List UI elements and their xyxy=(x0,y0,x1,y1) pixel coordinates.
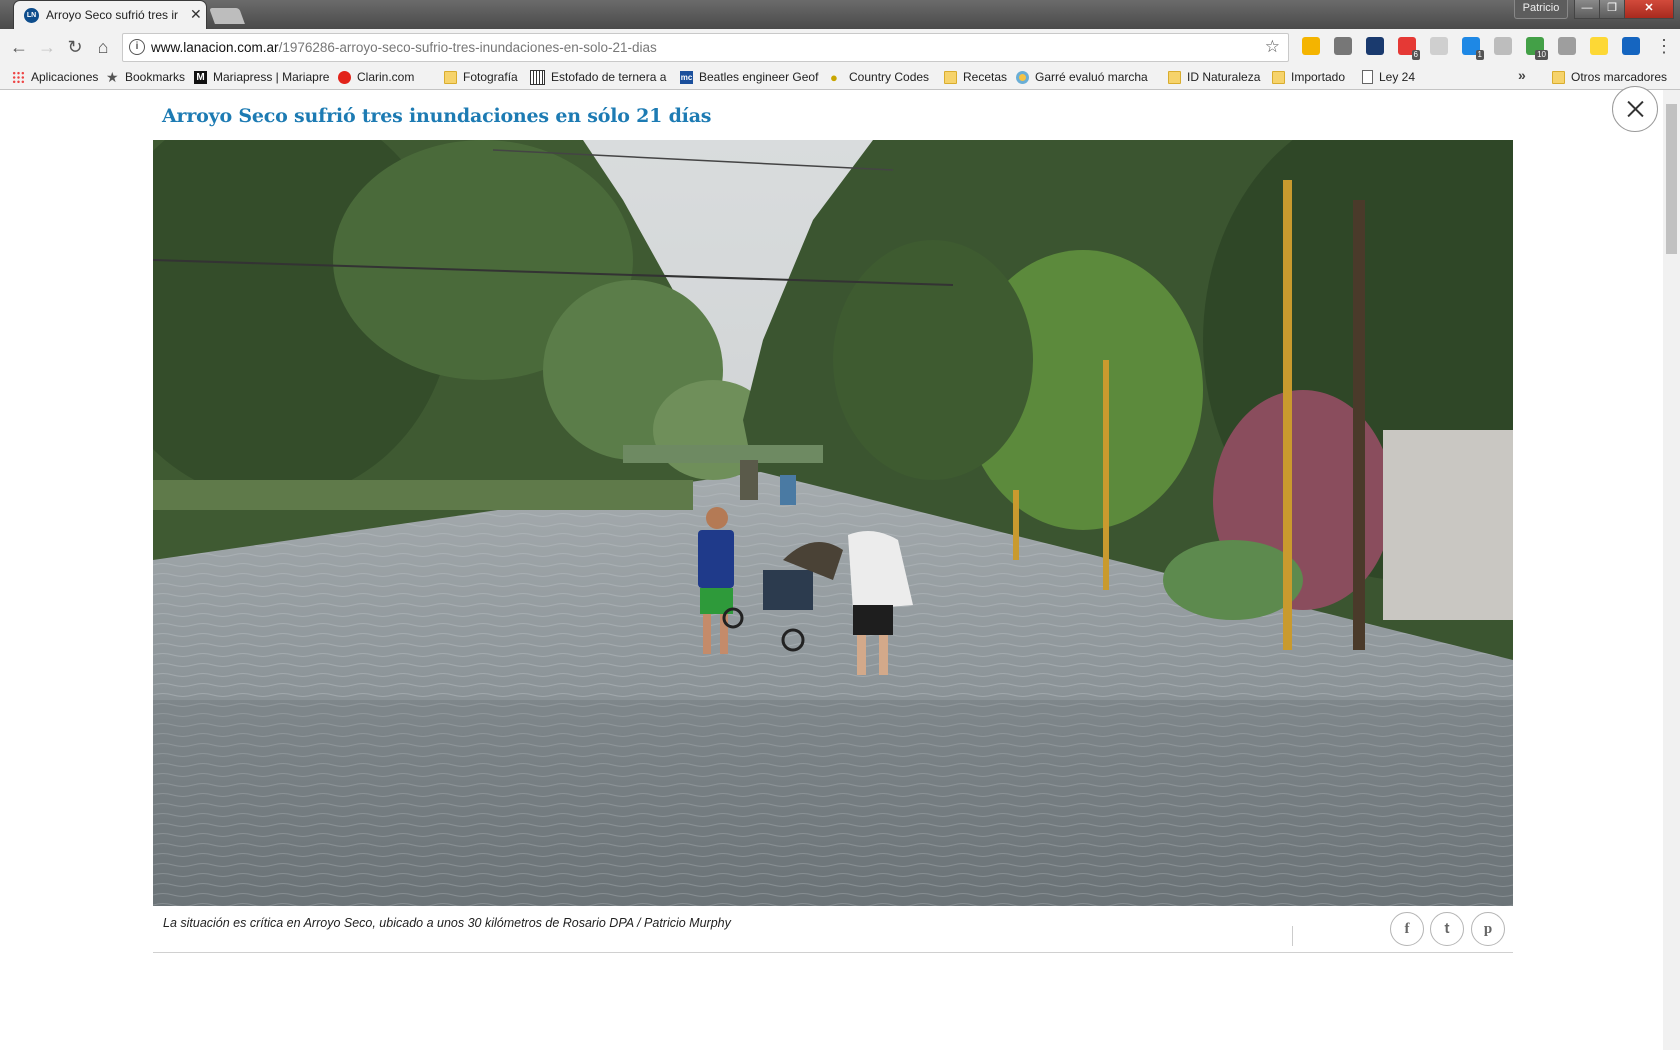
bookmark-item[interactable]: Estofado de ternera a xyxy=(530,68,666,86)
bookmark-item[interactable]: Importado xyxy=(1272,68,1345,86)
article-photo xyxy=(153,140,1513,906)
bookmark-item[interactable]: Recetas xyxy=(944,68,1007,86)
bookmarks-bar: Aplicaciones ★ Bookmarks M Mariapress | Ma… xyxy=(0,65,1680,90)
page-icon xyxy=(1362,70,1373,84)
clarin-logo-icon xyxy=(338,70,351,84)
forward-arrow-icon[interactable]: → xyxy=(35,35,59,59)
bookmark-item[interactable]: Clarin.com xyxy=(338,68,414,86)
page-scrollbar[interactable] xyxy=(1663,90,1680,1050)
flood-photo-illustration xyxy=(153,140,1513,906)
address-bar[interactable]: i www.lanacion.com.ar/1976286-arroyo-sec… xyxy=(122,33,1289,62)
folder-icon xyxy=(444,70,457,84)
url-path: /1976286-arroyo-seco-sufrio-tres-inundac… xyxy=(278,40,657,55)
extension-badge: 10 xyxy=(1535,50,1548,60)
browser-titlebar: LN Arroyo Seco sufrió tres ir ✕ Patricio… xyxy=(0,0,1680,29)
profile-button[interactable]: Patricio xyxy=(1514,0,1568,19)
folder-icon xyxy=(944,70,957,84)
bookmarks-overflow-button[interactable]: » xyxy=(1518,67,1526,83)
window-minimize-button[interactable]: — xyxy=(1574,0,1600,19)
bookmark-item[interactable]: Garré evaluó marcha xyxy=(1016,68,1148,86)
recipe-site-icon xyxy=(530,69,545,85)
bookmark-item[interactable]: Aplicaciones xyxy=(12,68,98,86)
lanacion-favicon-icon: LN xyxy=(24,8,39,23)
home-icon[interactable]: ⌂ xyxy=(91,35,115,59)
folder-icon xyxy=(1168,70,1181,84)
article-lightbox: Arroyo Seco sufrió tres inundaciones en … xyxy=(0,86,1680,1050)
chrome-menu-icon[interactable]: ⋮ xyxy=(1655,36,1673,57)
address-url: www.lanacion.com.ar/1976286-arroyo-seco-… xyxy=(151,40,657,55)
bookmark-item[interactable]: ID Naturaleza xyxy=(1168,68,1260,86)
bookmark-item[interactable]: M Mariapress | Mariapre xyxy=(194,68,329,86)
article-headline[interactable]: Arroyo Seco sufrió tres inundaciones en … xyxy=(162,105,712,127)
folder-icon xyxy=(1552,70,1565,84)
oc-ext-icon[interactable] xyxy=(1622,37,1640,55)
scrollbar-thumb[interactable] xyxy=(1666,104,1677,254)
window-close-button[interactable]: ✕ xyxy=(1624,0,1674,19)
url-host: www.lanacion.com.ar xyxy=(151,40,279,55)
tab-close-icon[interactable]: ✕ xyxy=(190,6,202,23)
red-ext-icon[interactable]: 6 xyxy=(1398,37,1420,60)
back-arrow-icon[interactable]: ← xyxy=(7,35,31,59)
green-ext-icon[interactable]: 10 xyxy=(1526,37,1548,60)
bookmark-item[interactable]: ★ Bookmarks xyxy=(106,68,185,86)
bookmark-star-icon[interactable]: ☆ xyxy=(1265,37,1280,57)
browser-toolbar: ← → ↻ ⌂ i www.lanacion.com.ar/1976286-ar… xyxy=(0,29,1680,65)
window-maximize-button[interactable]: ❐ xyxy=(1599,0,1625,19)
mc-logo-icon: mc xyxy=(680,70,693,84)
twitter-share-icon[interactable]: t xyxy=(1430,912,1464,946)
reload-icon[interactable]: ↻ xyxy=(63,35,87,59)
flag-ext-icon[interactable] xyxy=(1590,37,1608,55)
camera-ext-icon[interactable] xyxy=(1430,37,1448,55)
news-ext-icon[interactable] xyxy=(1366,37,1384,55)
m-logo-icon: M xyxy=(194,70,207,84)
bookmark-item[interactable]: Fotografía xyxy=(444,68,518,86)
browser-tab-active[interactable]: LN Arroyo Seco sufrió tres ir ✕ xyxy=(14,1,206,29)
caption-divider xyxy=(1292,926,1293,946)
extension-badge: 1 xyxy=(1475,50,1484,60)
dropbox-ext-icon[interactable] xyxy=(1558,37,1576,55)
apps-grid-icon xyxy=(12,70,25,84)
cloud-ext-icon[interactable] xyxy=(1494,37,1512,55)
bookmark-item[interactable]: ● Country Codes xyxy=(830,68,929,86)
circle-ext-icon[interactable] xyxy=(1334,37,1352,55)
google-drive-ext-icon[interactable] xyxy=(1302,37,1320,55)
photo-caption: La situación es crítica en Arroyo Seco, … xyxy=(163,916,731,930)
article-divider xyxy=(153,952,1513,953)
extension-badge: 6 xyxy=(1411,50,1420,60)
other-bookmarks-folder[interactable]: Otros marcadores xyxy=(1552,68,1667,86)
bookmark-item[interactable]: Ley 24 xyxy=(1362,68,1415,86)
lightbulb-icon: ● xyxy=(830,69,838,85)
pinterest-share-icon[interactable]: p xyxy=(1471,912,1505,946)
site-info-icon[interactable]: i xyxy=(129,39,145,55)
close-lightbox-button[interactable] xyxy=(1612,86,1658,132)
tab-title: Arroyo Seco sufrió tres ir xyxy=(46,8,179,22)
argentina-seal-icon xyxy=(1016,70,1029,84)
new-tab-button[interactable] xyxy=(209,8,245,24)
blue-ext-icon[interactable]: 1 xyxy=(1462,37,1484,60)
bookmark-item[interactable]: mc Beatles engineer Geof xyxy=(680,68,818,86)
star-icon: ★ xyxy=(106,68,119,85)
folder-icon xyxy=(1272,70,1285,84)
facebook-share-icon[interactable]: f xyxy=(1390,912,1424,946)
